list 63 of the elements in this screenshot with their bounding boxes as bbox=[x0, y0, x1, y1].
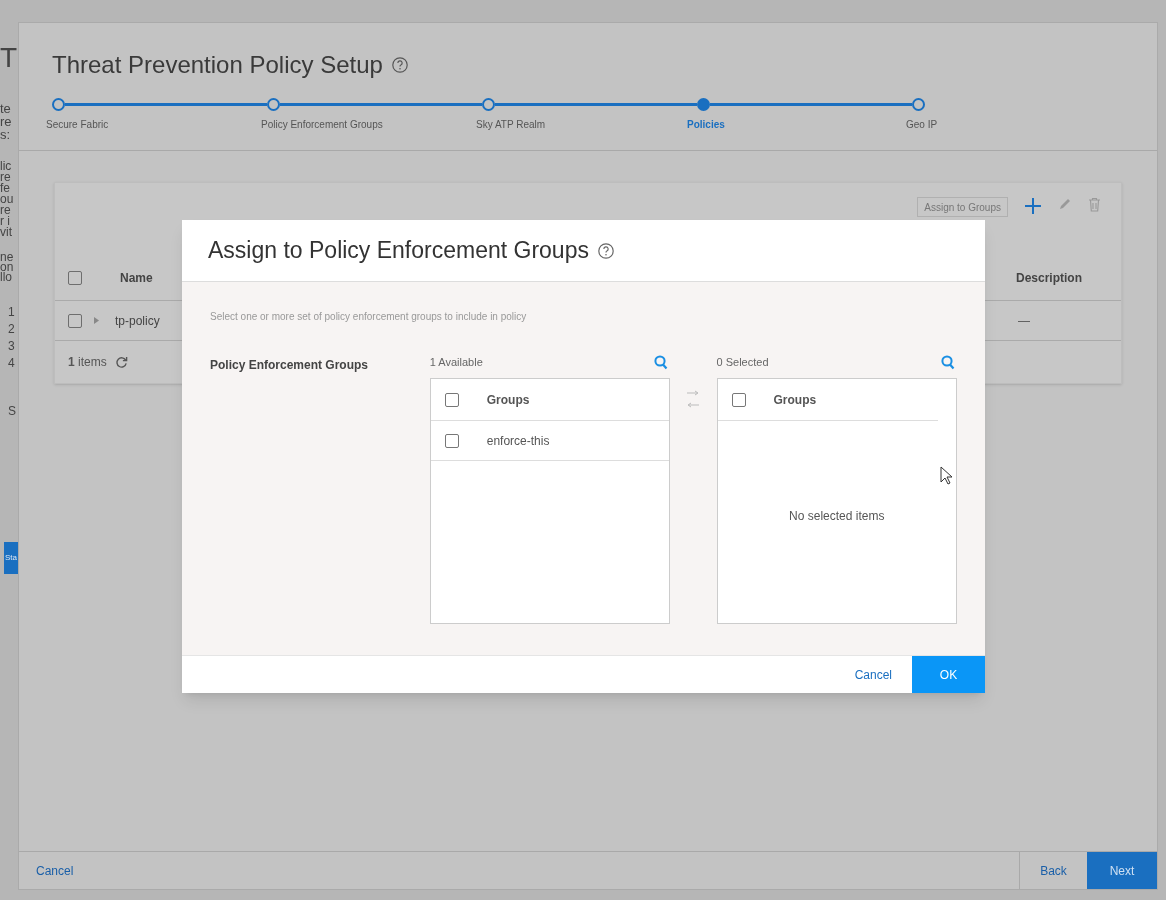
step-marker[interactable] bbox=[52, 97, 65, 111]
list-number: 2 bbox=[8, 321, 15, 338]
mouse-pointer-icon bbox=[940, 466, 953, 486]
assign-button[interactable]: Assign to Groups bbox=[917, 197, 1008, 217]
add-icon[interactable] bbox=[1024, 197, 1042, 215]
next-button[interactable]: Next bbox=[1087, 852, 1157, 889]
checkbox[interactable] bbox=[444, 392, 459, 407]
text-fragment: fe bbox=[0, 183, 11, 194]
expand-caret-icon[interactable] bbox=[94, 317, 99, 324]
field-label: Policy Enforcement Groups bbox=[210, 357, 370, 374]
search-icon[interactable] bbox=[654, 354, 669, 370]
item-count: 1 items bbox=[68, 354, 107, 371]
start-button[interactable]: Sta bbox=[4, 542, 18, 574]
trash-icon[interactable] bbox=[1088, 197, 1101, 212]
checkbox[interactable] bbox=[68, 313, 82, 328]
step-label[interactable]: Geo IP bbox=[906, 117, 1032, 132]
text-fragment: s: bbox=[0, 128, 12, 141]
text-fragment: r i bbox=[0, 216, 10, 227]
step-marker[interactable] bbox=[482, 97, 495, 111]
dialog-description: Select one or more set of policy enforcement groups to include in policy bbox=[210, 310, 528, 324]
table-cell-text: — bbox=[1018, 312, 1030, 330]
list-item[interactable]: enforce-this bbox=[486, 431, 550, 450]
ok-button[interactable]: OK bbox=[912, 656, 985, 693]
step-marker[interactable] bbox=[697, 97, 710, 111]
text-fragment: ou bbox=[0, 194, 14, 205]
column-header[interactable]: Name bbox=[120, 268, 153, 287]
text-fragment: S bbox=[7, 403, 16, 420]
column-header[interactable]: Groups bbox=[773, 390, 817, 409]
help-icon[interactable] bbox=[390, 56, 409, 74]
checkbox[interactable] bbox=[731, 392, 746, 407]
wizard-title: Threat Prevention Policy Setup bbox=[52, 50, 383, 80]
cancel-link[interactable]: Cancel bbox=[834, 656, 912, 693]
list-caption: 1 Available bbox=[429, 354, 483, 370]
list-number: 3 bbox=[8, 338, 15, 355]
text-fragment: vit bbox=[0, 227, 13, 238]
step-marker[interactable] bbox=[267, 97, 280, 111]
heading-fragment: T bbox=[0, 42, 18, 74]
list-caption: 0 Selected bbox=[716, 354, 769, 370]
column-header[interactable]: Groups bbox=[486, 390, 530, 409]
step-marker[interactable] bbox=[912, 97, 925, 111]
text-fragment: llo bbox=[0, 272, 12, 282]
text-fragment: re bbox=[0, 205, 12, 216]
text-fragment: ne bbox=[0, 252, 14, 262]
text-fragment: re bbox=[0, 115, 12, 128]
move-right-icon[interactable] bbox=[687, 390, 700, 396]
column-header[interactable]: Description bbox=[1016, 268, 1082, 287]
text-fragment: te bbox=[0, 102, 12, 115]
pencil-icon[interactable] bbox=[1058, 197, 1072, 211]
cancel-link[interactable]: Cancel bbox=[19, 852, 74, 889]
help-icon[interactable] bbox=[596, 241, 615, 260]
empty-message: No selected items bbox=[788, 508, 886, 525]
text-fragment: re bbox=[0, 172, 12, 183]
search-icon[interactable] bbox=[941, 354, 955, 370]
text-fragment: lic bbox=[0, 161, 13, 172]
refresh-icon[interactable] bbox=[114, 355, 128, 369]
list-number: 4 bbox=[8, 355, 15, 372]
text-fragment: on bbox=[0, 262, 14, 272]
dialog-title: Assign to Policy Enforcement Groups bbox=[208, 236, 589, 266]
checkbox[interactable] bbox=[444, 433, 459, 448]
checkbox[interactable] bbox=[68, 270, 82, 285]
table-cell-text: tp-policy bbox=[115, 312, 160, 330]
move-left-icon[interactable] bbox=[687, 402, 700, 408]
list-number: 1 bbox=[8, 304, 15, 321]
